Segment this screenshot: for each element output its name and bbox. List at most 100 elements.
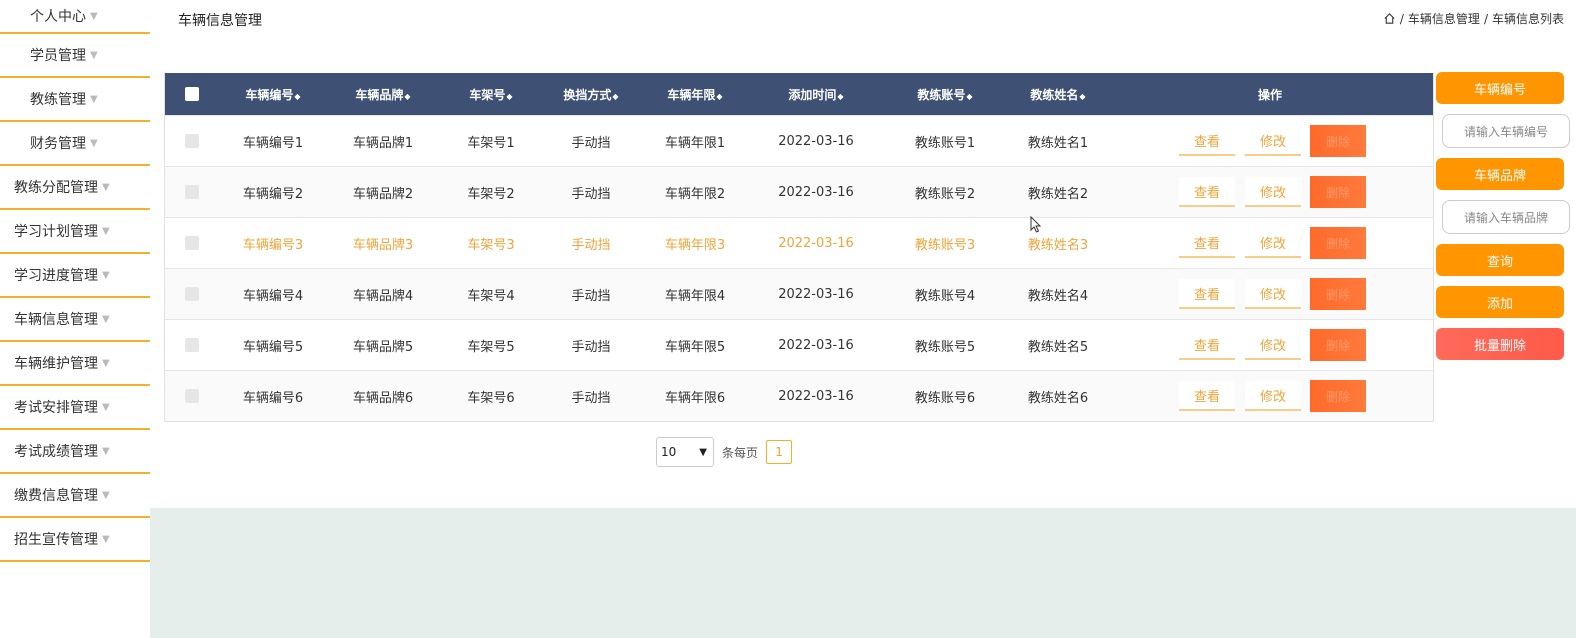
view-button[interactable]: 查看 <box>1179 381 1235 411</box>
row-checkbox[interactable] <box>185 236 199 250</box>
column-header[interactable]: 车架号◆ <box>439 86 543 103</box>
edit-button[interactable]: 修改 <box>1245 126 1301 156</box>
sidebar-item[interactable]: 个人中心 ▼ <box>0 0 150 34</box>
table-cell: 车辆品牌6 <box>352 390 414 406</box>
table-row: 车辆编号2 车辆品牌2 车架号2 手动挡 车辆年限2 2022-03-16 教练账号2 教练姓… <box>165 166 1433 217</box>
sidebar-item-label: 缴费信息管理 <box>14 488 98 504</box>
vehicle-brand-input[interactable]: 请输入车辆品牌 <box>1442 200 1570 234</box>
table-cell: 教练姓名2 <box>1027 186 1089 202</box>
view-button[interactable]: 查看 <box>1179 330 1235 360</box>
column-header[interactable]: 添加时间◆ <box>751 86 881 103</box>
sidebar-item[interactable]: 考试成绩管理 ▼ <box>0 430 150 474</box>
edit-button[interactable]: 修改 <box>1245 381 1301 411</box>
column-header[interactable]: 车辆年限◆ <box>639 86 751 103</box>
chevron-down-icon: ▼ <box>102 489 110 501</box>
home-icon[interactable] <box>1383 12 1396 25</box>
column-header[interactable]: 教练姓名◆ <box>1009 86 1107 103</box>
row-checkbox[interactable] <box>185 389 199 403</box>
table-cell: 教练账号3 <box>914 237 976 253</box>
page-number[interactable]: 1 <box>766 440 793 464</box>
vehicle-number-input[interactable]: 请输入车辆编号 <box>1442 114 1570 148</box>
table-row: 车辆编号5 车辆品牌5 车架号5 手动挡 车辆年限5 2022-03-16 教练账号5 教练姓… <box>165 319 1433 370</box>
table-cell: 车辆年限6 <box>664 390 726 406</box>
sidebar-item[interactable]: 缴费信息管理 ▼ <box>0 474 150 518</box>
table-cell: 车架号1 <box>467 135 515 151</box>
column-header[interactable]: 车辆编号◆ <box>219 86 327 103</box>
delete-button[interactable]: 删除 <box>1310 176 1366 208</box>
edit-button[interactable]: 修改 <box>1245 228 1301 258</box>
sidebar-item[interactable]: 教练分配管理 ▼ <box>0 166 150 210</box>
batch-delete-button[interactable]: 批量删除 <box>1436 328 1564 360</box>
table-cell: 2022-03-16 <box>778 286 854 302</box>
row-checkbox[interactable] <box>185 287 199 301</box>
query-button[interactable]: 查询 <box>1436 244 1564 276</box>
edit-button[interactable]: 修改 <box>1245 177 1301 207</box>
chevron-down-icon: ▼ <box>102 357 110 369</box>
sort-icon: ◆ <box>612 91 619 101</box>
sidebar-item-label: 学习计划管理 <box>14 224 98 240</box>
view-button[interactable]: 查看 <box>1179 279 1235 309</box>
view-button[interactable]: 查看 <box>1179 126 1235 156</box>
breadcrumb-item[interactable]: 车辆信息管理 <box>1408 10 1480 27</box>
sidebar-item[interactable]: 学习进度管理 ▼ <box>0 254 150 298</box>
mouse-cursor-icon <box>1030 216 1042 233</box>
table-cell: 车辆品牌4 <box>352 288 414 304</box>
table-cell: 教练账号2 <box>914 186 976 202</box>
table-cell: 车辆品牌3 <box>352 237 414 253</box>
delete-button[interactable]: 删除 <box>1310 278 1366 310</box>
table-cell: 车辆品牌5 <box>352 339 414 355</box>
sidebar-item-label: 车辆维护管理 <box>14 356 98 372</box>
sort-icon: ◆ <box>716 91 723 101</box>
sidebar-item[interactable]: 财务管理 ▼ <box>0 122 150 166</box>
table-cell: 教练姓名4 <box>1027 288 1089 304</box>
view-button[interactable]: 查看 <box>1179 228 1235 258</box>
select-all-checkbox[interactable] <box>185 87 199 101</box>
delete-button[interactable]: 删除 <box>1310 329 1366 361</box>
sidebar-item[interactable]: 学习计划管理 ▼ <box>0 210 150 254</box>
table-cell: 车辆编号2 <box>242 186 304 202</box>
sidebar-item[interactable]: 考试安排管理 ▼ <box>0 386 150 430</box>
table-cell: 车架号4 <box>467 288 515 304</box>
column-header[interactable]: 车辆品牌◆ <box>327 86 439 103</box>
chevron-down-icon: ▼ <box>102 181 110 193</box>
sidebar-item[interactable]: 学员管理 ▼ <box>0 34 150 78</box>
table-row: 车辆编号6 车辆品牌6 车架号6 手动挡 车辆年限6 2022-03-16 教练账号6 教练姓… <box>165 370 1433 421</box>
row-checkbox[interactable] <box>185 185 199 199</box>
table-cell: 2022-03-16 <box>778 184 854 200</box>
row-checkbox[interactable] <box>185 338 199 352</box>
table-cell: 车辆编号6 <box>242 390 304 406</box>
table-cell: 2022-03-16 <box>778 133 854 149</box>
chevron-down-icon: ▼ <box>90 137 98 149</box>
sidebar-item-label: 财务管理 <box>30 136 86 152</box>
table-cell: 2022-03-16 <box>778 235 854 251</box>
delete-button[interactable]: 删除 <box>1310 380 1366 412</box>
sidebar: 个人中心 ▼ 学员管理 ▼ 教练管理 ▼ 财务管理 ▼ 教练分配管理 ▼ 学习计划管理 ▼ 学习进度管理… <box>0 0 150 638</box>
column-header[interactable]: 教练账号◆ <box>881 86 1009 103</box>
sidebar-item[interactable]: 车辆信息管理 ▼ <box>0 298 150 342</box>
table-cell: 车辆品牌1 <box>352 135 414 151</box>
view-button[interactable]: 查看 <box>1179 177 1235 207</box>
sidebar-item[interactable]: 教练管理 ▼ <box>0 78 150 122</box>
delete-button[interactable]: 删除 <box>1310 227 1366 259</box>
sidebar-item[interactable]: 招生宣传管理 ▼ <box>0 518 150 562</box>
table-cell: 车辆编号4 <box>242 288 304 304</box>
column-header[interactable]: 换挡方式◆ <box>543 86 639 103</box>
edit-button[interactable]: 修改 <box>1245 330 1301 360</box>
delete-button[interactable]: 删除 <box>1310 125 1366 157</box>
table-cell: 手动挡 <box>571 390 611 406</box>
edit-button[interactable]: 修改 <box>1245 279 1301 309</box>
page-size-select[interactable]: 10 ▼ <box>656 437 714 467</box>
row-checkbox[interactable] <box>185 134 199 148</box>
table-cell: 教练姓名3 <box>1027 237 1089 253</box>
table-cell: 手动挡 <box>571 288 611 304</box>
table-body: 车辆编号1 车辆品牌1 车架号1 手动挡 车辆年限1 2022-03-16 教练账号1 教练姓… <box>165 115 1433 421</box>
add-button[interactable]: 添加 <box>1436 286 1564 318</box>
table-cell: 教练姓名6 <box>1027 390 1089 406</box>
table-cell: 车辆年限1 <box>664 135 726 151</box>
chevron-down-icon: ▼ <box>90 93 98 105</box>
column-header-actions: 操作 <box>1257 87 1282 102</box>
sort-icon: ◆ <box>837 91 844 101</box>
table-cell: 手动挡 <box>571 186 611 202</box>
sidebar-item[interactable]: 车辆维护管理 ▼ <box>0 342 150 386</box>
table-cell: 教练姓名5 <box>1027 339 1089 355</box>
